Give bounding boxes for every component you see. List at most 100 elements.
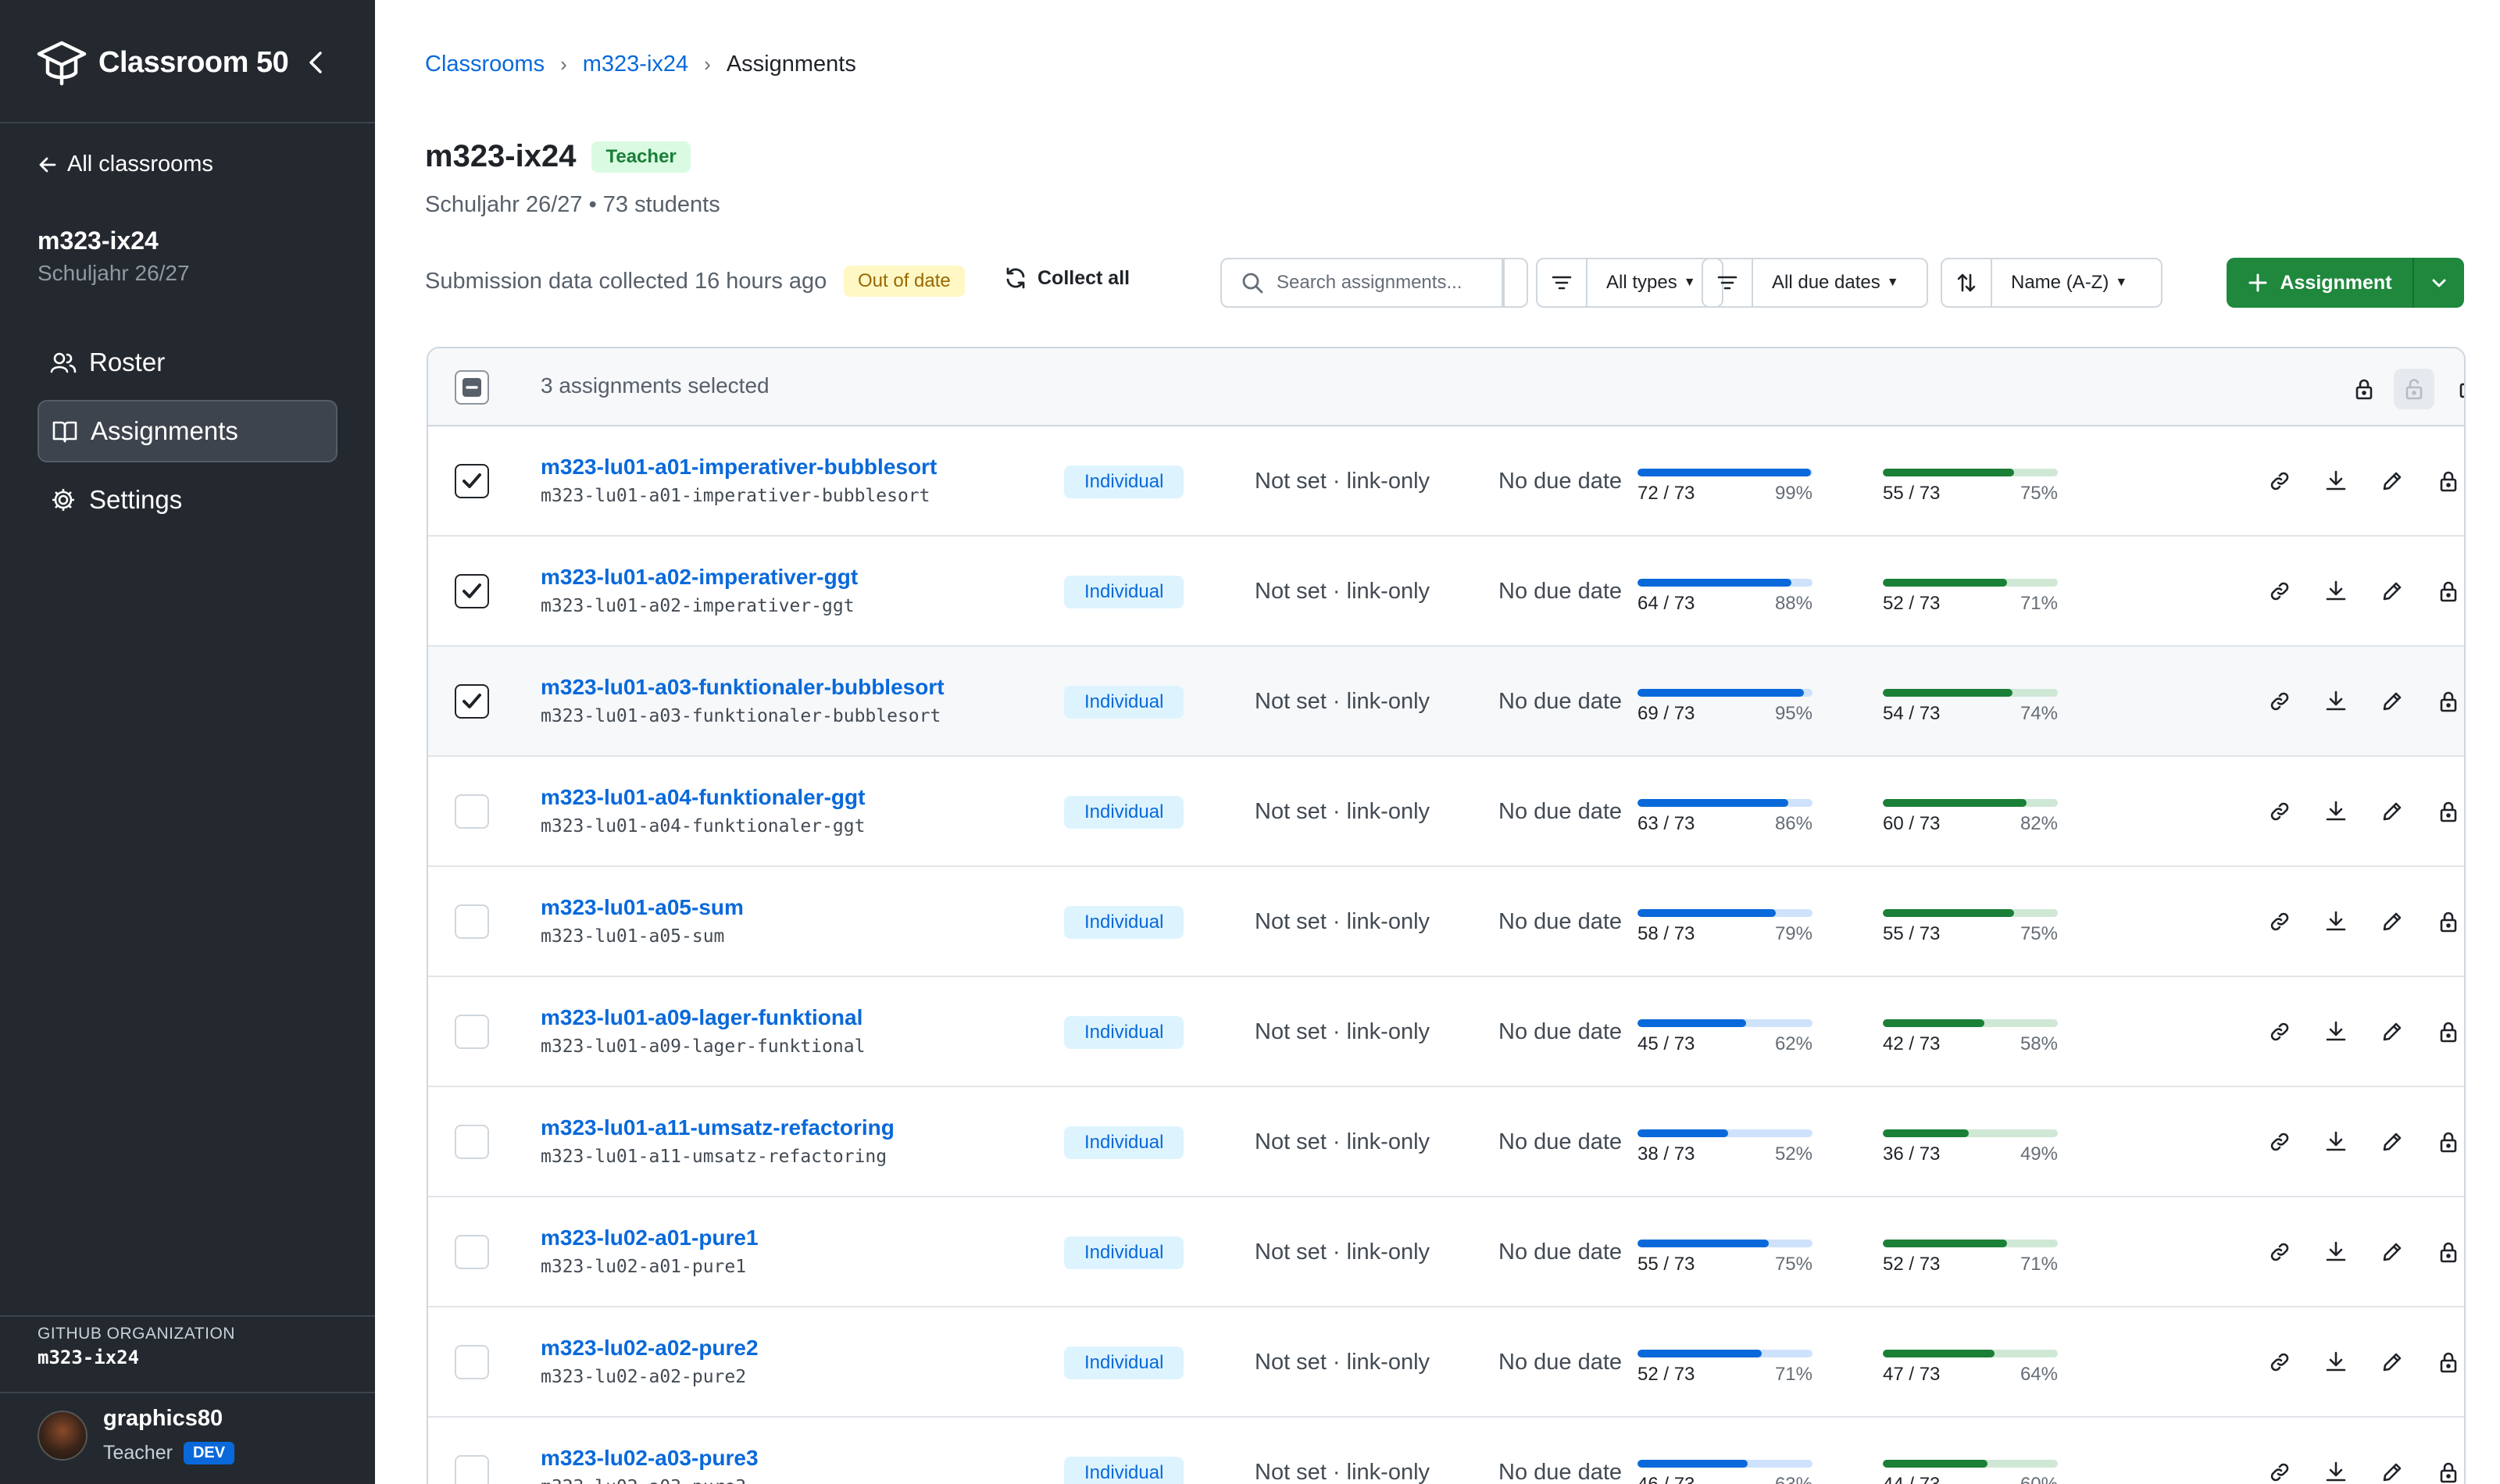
type-filter[interactable]: All types ▼	[1536, 258, 1723, 308]
sort-select[interactable]: Name (A-Z) ▼	[1941, 258, 2162, 308]
row-checkbox[interactable]	[455, 904, 489, 939]
download-button[interactable]	[2320, 1457, 2352, 1484]
due-date-filter[interactable]: All due dates ▼	[1702, 258, 1928, 308]
assignment-title[interactable]: m323-lu02-a02-pure2	[541, 1336, 759, 1361]
breadcrumb-classrooms[interactable]: Classrooms	[425, 52, 545, 77]
sidebar-item-roster[interactable]: Roster	[38, 331, 338, 394]
copy-link-button[interactable]	[2264, 1457, 2295, 1484]
copy-link-button[interactable]	[2264, 906, 2295, 937]
progress-fill	[1883, 909, 2014, 917]
bulk-unlock-button[interactable]	[2394, 369, 2434, 409]
row-checkbox[interactable]	[455, 794, 489, 829]
table-row[interactable]: m323-lu02-a01-pure1 m323-lu02-a01-pure1 In…	[428, 1197, 2464, 1307]
assignment-title[interactable]: m323-lu01-a02-imperativer-ggt	[541, 565, 858, 590]
table-row[interactable]: m323-lu02-a03-pure3 m323-lu02-a03-pure3 In…	[428, 1418, 2464, 1484]
table-row[interactable]: m323-lu01-a02-imperativer-ggt m323-lu01-a…	[428, 537, 2464, 647]
collapse-sidebar-icon[interactable]	[305, 48, 327, 77]
copy-link-button[interactable]	[2264, 686, 2295, 717]
edit-button[interactable]	[2377, 576, 2408, 607]
edit-button[interactable]	[2377, 1457, 2408, 1484]
bulk-lock-button[interactable]	[2344, 369, 2384, 409]
accepted-progress: 58 / 73 79%	[1638, 909, 1812, 956]
all-classrooms-link[interactable]: All classrooms	[38, 152, 213, 177]
row-checkbox[interactable]	[455, 684, 489, 719]
collect-all-button[interactable]: Collect all	[1003, 266, 1130, 291]
copy-link-button[interactable]	[2264, 796, 2295, 827]
submitted-percent: 71%	[2020, 593, 2058, 614]
edit-button[interactable]	[2377, 906, 2408, 937]
copy-link-button[interactable]	[2264, 576, 2295, 607]
edit-button[interactable]	[2377, 466, 2408, 497]
new-assignment-dropdown[interactable]	[2414, 272, 2464, 294]
select-all-checkbox[interactable]	[455, 370, 489, 405]
edit-button[interactable]	[2377, 1236, 2408, 1268]
table-row[interactable]: m323-lu01-a09-lager-funktional m323-lu01-…	[428, 977, 2464, 1087]
copy-link-button[interactable]	[2264, 1126, 2295, 1158]
assignment-title[interactable]: m323-lu01-a01-imperativer-bubblesort	[541, 455, 937, 480]
lock-button[interactable]	[2433, 1236, 2464, 1268]
edit-button[interactable]	[2377, 1016, 2408, 1047]
lock-button[interactable]	[2433, 466, 2464, 497]
table-row[interactable]: m323-lu01-a05-sum m323-lu01-a05-sum Indivi…	[428, 867, 2464, 977]
assignment-title[interactable]: m323-lu01-a05-sum	[541, 895, 744, 920]
new-assignment-main[interactable]: Assignment	[2227, 258, 2414, 308]
row-checkbox[interactable]	[455, 464, 489, 498]
download-button[interactable]	[2320, 1347, 2352, 1378]
copy-link-button[interactable]	[2264, 1016, 2295, 1047]
sidebar-item-settings[interactable]: Settings	[38, 469, 338, 531]
download-button[interactable]	[2320, 466, 2352, 497]
due-filter-label: All due dates	[1772, 272, 1880, 293]
assignment-title[interactable]: m323-lu01-a11-umsatz-refactoring	[541, 1115, 895, 1140]
lock-button[interactable]	[2433, 796, 2464, 827]
assignment-slug: m323-lu01-a04-funktionaler-ggt	[541, 816, 866, 837]
table-row[interactable]: m323-lu02-a02-pure2 m323-lu02-a02-pure2 In…	[428, 1307, 2464, 1418]
lock-button[interactable]	[2433, 686, 2464, 717]
download-button[interactable]	[2320, 1236, 2352, 1268]
row-checkbox[interactable]	[455, 1125, 489, 1159]
copy-link-button[interactable]	[2264, 466, 2295, 497]
row-checkbox[interactable]	[455, 1235, 489, 1269]
copy-link-button[interactable]	[2264, 1236, 2295, 1268]
row-checkbox[interactable]	[455, 1345, 489, 1379]
edit-button[interactable]	[2377, 1126, 2408, 1158]
brand[interactable]: Classroom 50	[36, 37, 289, 87]
download-button[interactable]	[2320, 906, 2352, 937]
assignment-title[interactable]: m323-lu01-a04-funktionaler-ggt	[541, 785, 865, 810]
download-button[interactable]	[2320, 576, 2352, 607]
table-row[interactable]: m323-lu01-a11-umsatz-refactoring m323-lu0…	[428, 1087, 2464, 1197]
lock-button[interactable]	[2433, 576, 2464, 607]
avatar[interactable]	[38, 1411, 88, 1461]
assignment-title[interactable]: m323-lu02-a03-pure3	[541, 1446, 759, 1471]
search-input[interactable]: Search assignments...	[1220, 258, 1528, 308]
assignment-title[interactable]: m323-lu01-a03-funktionaler-bubblesort	[541, 675, 945, 700]
breadcrumb-classroom[interactable]: m323-ix24	[583, 52, 688, 77]
edit-button[interactable]	[2377, 796, 2408, 827]
lock-button[interactable]	[2433, 1457, 2464, 1484]
lock-button[interactable]	[2433, 1347, 2464, 1378]
download-button[interactable]	[2320, 1016, 2352, 1047]
assignment-title[interactable]: m323-lu02-a01-pure1	[541, 1225, 759, 1250]
sort-icon	[1957, 273, 1976, 292]
copy-link-button[interactable]	[2264, 1347, 2295, 1378]
download-button[interactable]	[2320, 796, 2352, 827]
assignments-table: 3 assignments selected m323-lu01-a01-imp…	[427, 347, 2466, 1484]
lock-button[interactable]	[2433, 906, 2464, 937]
download-icon	[2326, 1021, 2346, 1041]
download-button[interactable]	[2320, 686, 2352, 717]
download-button[interactable]	[2320, 1126, 2352, 1158]
new-assignment-button[interactable]: Assignment	[2227, 258, 2464, 308]
table-row[interactable]: m323-lu01-a01-imperativer-bubblesort m323…	[428, 426, 2464, 537]
table-row[interactable]: m323-lu01-a04-funktionaler-ggt m323-lu01-…	[428, 757, 2464, 867]
sidebar-item-assignments[interactable]: Assignments	[38, 400, 338, 462]
row-checkbox[interactable]	[455, 574, 489, 608]
row-checkbox[interactable]	[455, 1455, 489, 1484]
bulk-copy-button[interactable]	[2450, 369, 2464, 409]
lock-button[interactable]	[2433, 1126, 2464, 1158]
edit-button[interactable]	[2377, 1347, 2408, 1378]
progress-track	[1883, 1460, 2058, 1468]
row-checkbox[interactable]	[455, 1015, 489, 1049]
lock-button[interactable]	[2433, 1016, 2464, 1047]
table-row[interactable]: m323-lu01-a03-funktionaler-bubblesort m32…	[428, 647, 2464, 757]
edit-button[interactable]	[2377, 686, 2408, 717]
assignment-title[interactable]: m323-lu01-a09-lager-funktional	[541, 1005, 862, 1030]
